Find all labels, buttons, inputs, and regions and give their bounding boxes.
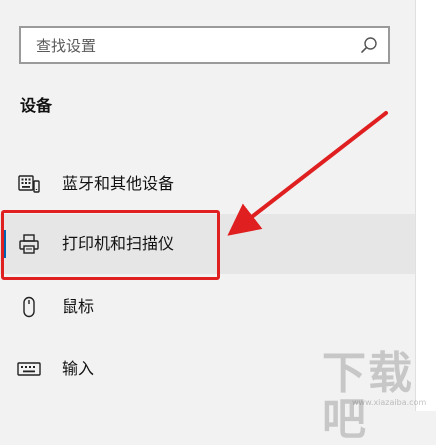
sidebar-item-label: 鼠标	[62, 297, 95, 316]
sidebar-item-label: 蓝牙和其他设备	[62, 174, 175, 193]
watermark-logo: 下载吧	[322, 348, 414, 445]
highlight-box	[1, 210, 220, 280]
search-placeholder: 查找设置	[36, 37, 97, 55]
mouse-icon	[23, 296, 35, 318]
sidebar-item-bluetooth-devices[interactable]: 蓝牙和其他设备	[0, 154, 415, 214]
keyboard-icon	[17, 362, 41, 376]
sidebar-item-mouse[interactable]: 鼠标	[0, 277, 415, 337]
content-pane	[415, 0, 436, 411]
watermark-url: www.xiazaiba.com	[352, 398, 427, 407]
search-input[interactable]: 查找设置	[19, 26, 390, 64]
sidebar-item-label: 输入	[62, 359, 95, 378]
section-heading: 设备	[20, 96, 53, 115]
search-icon[interactable]	[360, 36, 378, 54]
keyboard-device-icon	[18, 175, 40, 193]
